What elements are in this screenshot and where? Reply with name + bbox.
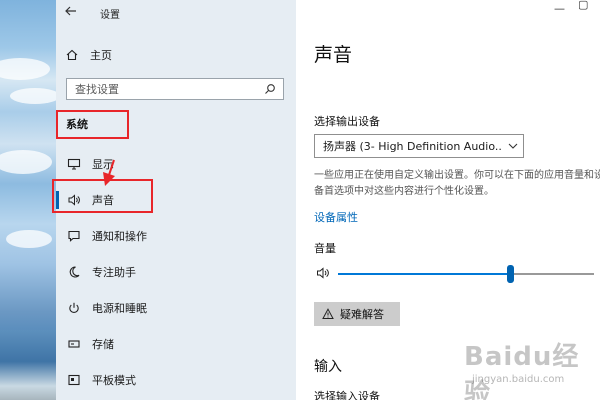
- troubleshoot-button[interactable]: 疑难解答: [314, 302, 400, 326]
- title-bar: 设置: [56, 0, 296, 26]
- moon-icon: [66, 264, 82, 280]
- sidebar-item-label: 平板模式: [92, 374, 136, 387]
- troubleshoot-label: 疑难解答: [340, 308, 384, 321]
- monitor-icon: [66, 156, 82, 172]
- back-arrow-icon[interactable]: [64, 4, 82, 22]
- page-title: 声音: [314, 44, 353, 66]
- sidebar-item-notifications[interactable]: 通知和操作: [56, 218, 296, 254]
- window-title: 设置: [100, 10, 120, 21]
- watermark-url: jingyan.baidu.com: [472, 374, 565, 385]
- volume-label: 音量: [314, 242, 336, 255]
- volume-slider-fill: [338, 273, 510, 275]
- volume-slider[interactable]: [338, 265, 594, 283]
- search-input[interactable]: 查找设置: [66, 78, 284, 100]
- minimize-icon[interactable]: —: [554, 2, 565, 15]
- desktop-wallpaper: [0, 0, 56, 400]
- sidebar-item-label: 通知和操作: [92, 230, 147, 243]
- sidebar-item-label: 电源和睡眠: [92, 302, 147, 315]
- watermark-brand: Baidu经验: [464, 342, 580, 400]
- storage-icon: [66, 336, 82, 352]
- volume-speaker-icon[interactable]: [316, 266, 334, 282]
- notification-icon: [66, 228, 82, 244]
- input-heading: 输入: [314, 359, 342, 375]
- maximize-icon[interactable]: ▢: [578, 0, 588, 11]
- output-device-value: 扬声器 (3- High Definition Audio...: [323, 140, 503, 153]
- chevron-down-icon: [503, 143, 523, 149]
- annotation-box-system: [56, 110, 129, 139]
- settings-nav-pane: 设置 主页 查找设置 系统 显示 声音 通知和操作 专注助手 电源和睡眠 存储 …: [52, 0, 347, 400]
- baidu-jingyan-watermark: Baidu经验 jingyan.baidu.com: [458, 336, 598, 400]
- tablet-mode-icon: [66, 372, 82, 388]
- device-properties-link[interactable]: 设备属性: [314, 209, 358, 225]
- annotation-arrow: [103, 159, 115, 186]
- volume-slider-thumb[interactable]: [506, 265, 514, 283]
- nav-home-label: 主页: [90, 49, 112, 62]
- search-icon[interactable]: [261, 80, 279, 98]
- nav-home-item[interactable]: 主页: [64, 44, 112, 66]
- home-icon: [64, 47, 80, 63]
- sidebar-item-label: 专注助手: [92, 266, 136, 279]
- output-device-label: 选择输出设备: [314, 115, 380, 128]
- input-device-label: 选择输入设备: [314, 390, 380, 400]
- search-placeholder: 查找设置: [75, 83, 119, 96]
- sidebar-item-storage[interactable]: 存储: [56, 326, 296, 362]
- output-description: 一些应用正在使用自定义输出设置。你可以在下面的应用音量和设备首选项中对这些内容进…: [314, 170, 600, 197]
- warning-icon: [322, 308, 334, 320]
- sidebar-item-label: 存储: [92, 338, 114, 351]
- sidebar-item-power-sleep[interactable]: 电源和睡眠: [56, 290, 296, 326]
- power-icon: [66, 300, 82, 316]
- sidebar-item-focus-assist[interactable]: 专注助手: [56, 254, 296, 290]
- sidebar-item-tablet-mode[interactable]: 平板模式: [56, 362, 296, 398]
- output-device-dropdown[interactable]: 扬声器 (3- High Definition Audio...: [314, 134, 524, 158]
